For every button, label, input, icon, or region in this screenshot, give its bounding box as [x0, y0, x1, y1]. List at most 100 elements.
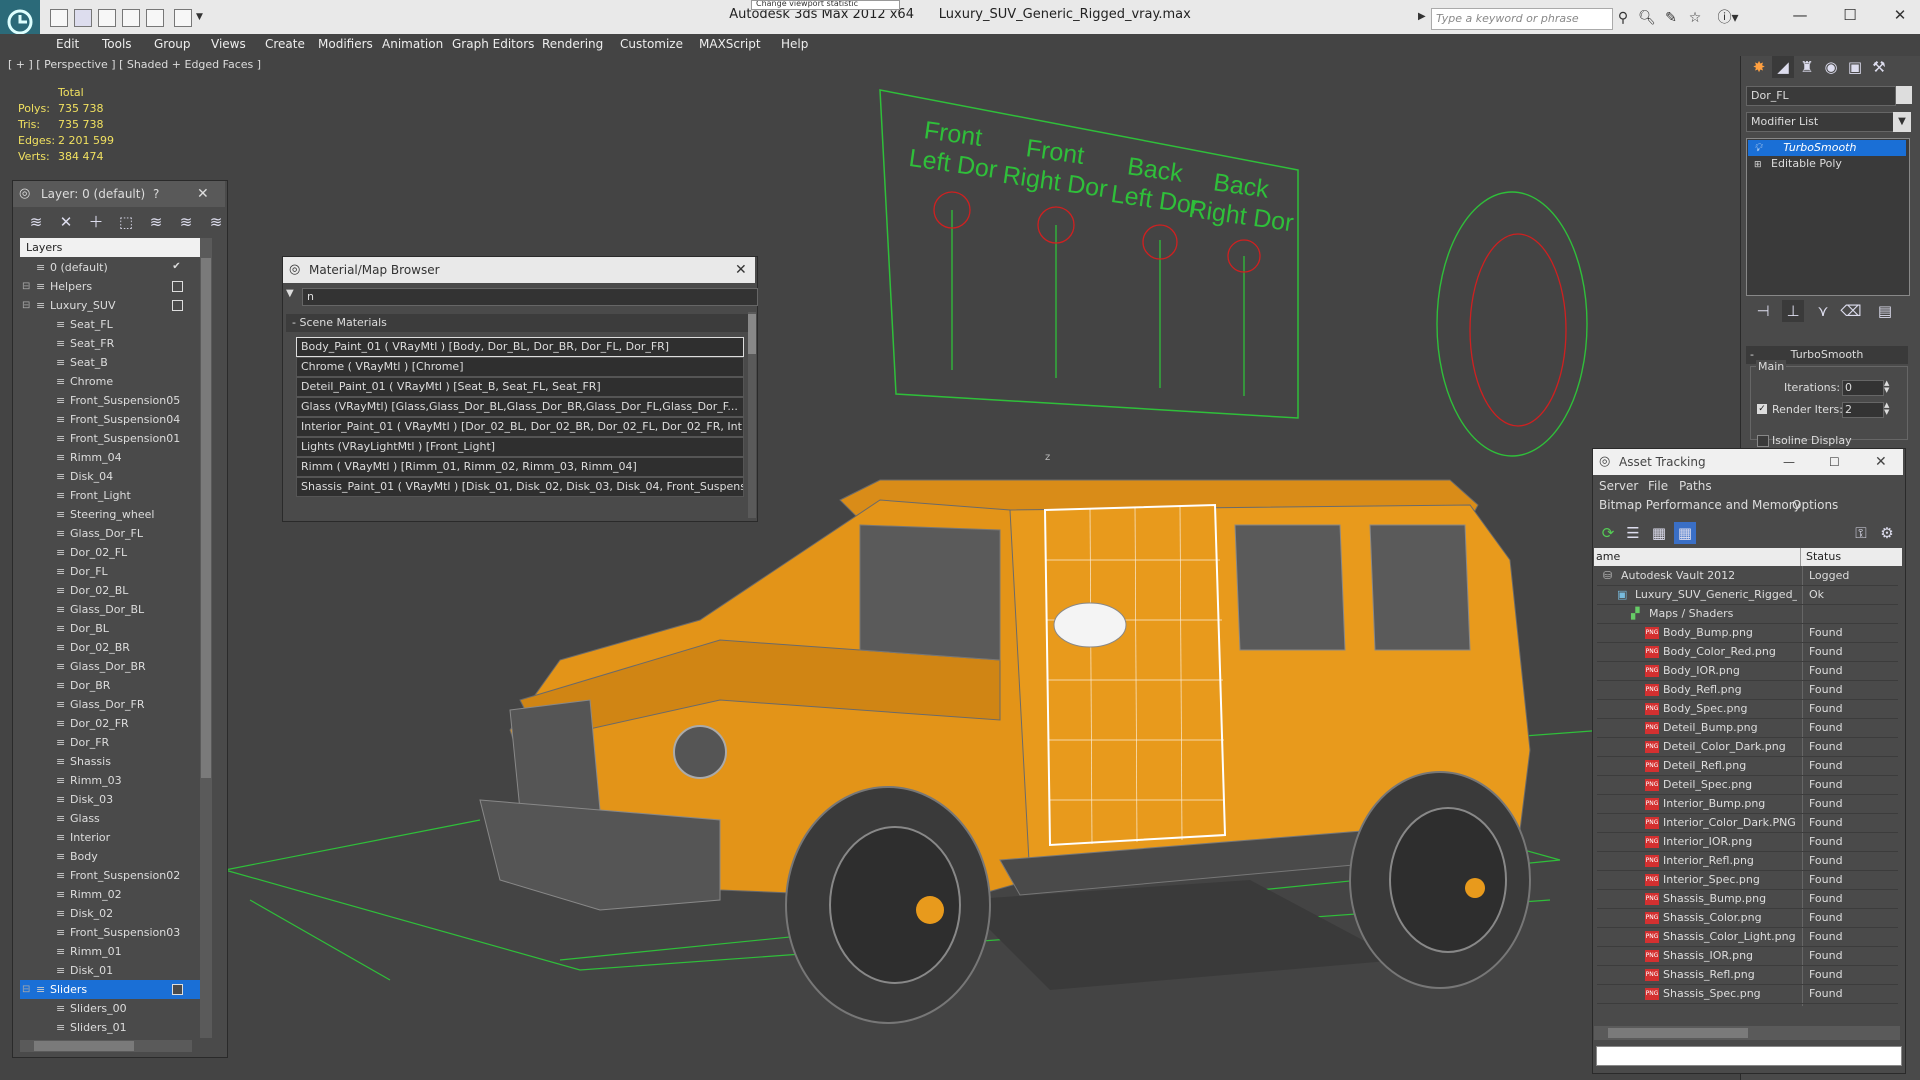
- pin-stack-icon[interactable]: ⊣: [1752, 300, 1774, 322]
- layer-row[interactable]: ≡ Chrome: [20, 372, 200, 391]
- maximize-icon[interactable]: ☐: [1830, 4, 1870, 26]
- render-iters-spinner[interactable]: 2: [1842, 402, 1884, 418]
- layer-vertical-scrollbar[interactable]: [200, 238, 212, 1038]
- object-color-swatch[interactable]: [1896, 86, 1912, 104]
- iterations-spinner[interactable]: 0: [1842, 380, 1884, 396]
- utilities-tab-icon[interactable]: ⚒: [1868, 56, 1890, 78]
- material-filter-input[interactable]: n: [302, 288, 758, 306]
- layer-row[interactable]: ≡ Seat_FL: [20, 315, 200, 334]
- col-name-header[interactable]: ame: [1596, 548, 1620, 566]
- scene-materials-group[interactable]: - Scene Materials: [286, 314, 750, 332]
- layer-row[interactable]: ≡ Shassis: [20, 752, 200, 771]
- menu-edit[interactable]: Edit: [56, 34, 79, 56]
- asset-row[interactable]: PNG Interior_Refl.png Found: [1597, 852, 1898, 871]
- menu-animation[interactable]: Animation: [382, 34, 443, 56]
- help-icon[interactable]: ⓘ▾: [1716, 10, 1740, 26]
- material-scroll-thumb[interactable]: [748, 314, 756, 354]
- menu-group[interactable]: Group: [154, 34, 191, 56]
- asset-horizontal-scrollbar[interactable]: [1594, 1026, 1900, 1040]
- close-icon[interactable]: ✕: [1880, 4, 1920, 26]
- layer-row[interactable]: ≡ Dor_BR: [20, 676, 200, 695]
- maximize-icon[interactable]: ☐: [1829, 449, 1840, 475]
- layer-active-checkbox[interactable]: [172, 300, 183, 311]
- stack-item-turbosmooth[interactable]: 💡︎ TurboSmooth: [1748, 140, 1906, 156]
- layer-scroll-thumb[interactable]: [201, 258, 211, 778]
- menu-customize[interactable]: Customize: [620, 34, 683, 56]
- material-item[interactable]: Interior_Paint_01 ( VRayMtl ) [Dor_02_BL…: [296, 417, 744, 437]
- layer-row[interactable]: ⊟ ≡ Sliders: [20, 980, 200, 999]
- show-end-result-icon[interactable]: ⊥: [1782, 300, 1804, 322]
- freeze-all-icon[interactable]: ≋: [205, 211, 227, 233]
- material-item[interactable]: Deteil_Paint_01 ( VRayMtl ) [Seat_B, Sea…: [296, 377, 744, 397]
- expand-icon[interactable]: ⊟: [22, 277, 30, 296]
- layer-row[interactable]: ≡ Dor_FR: [20, 733, 200, 752]
- asset-row[interactable]: PNG Body_Spec.png Found: [1597, 700, 1898, 719]
- material-item[interactable]: Glass (VRayMtl) [Glass,Glass_Dor_BL,Glas…: [296, 397, 744, 417]
- asset-row[interactable]: PNG Shassis_IOR.png Found: [1597, 947, 1898, 966]
- layer-row[interactable]: ≡ Front_Suspension03: [20, 923, 200, 942]
- layer-row[interactable]: ≡ Rimm_04: [20, 448, 200, 467]
- asset-menu-file[interactable]: File: [1648, 479, 1668, 493]
- expand-icon[interactable]: ⊟: [22, 980, 30, 999]
- layer-row[interactable]: ≡ Dor_02_FR: [20, 714, 200, 733]
- asset-menu-server[interactable]: Server: [1599, 479, 1638, 493]
- layer-row[interactable]: ≡ Disk_02: [20, 904, 200, 923]
- modify-tab-icon[interactable]: ◢: [1772, 56, 1794, 78]
- asset-settings-icon[interactable]: ⚙: [1876, 522, 1898, 544]
- asset-tracking-titlebar[interactable]: ◎ Asset Tracking — ☐ ✕: [1593, 449, 1903, 475]
- layer-row[interactable]: ≡ Front_Suspension05: [20, 391, 200, 410]
- configure-modifier-sets-icon[interactable]: ▤: [1874, 300, 1896, 322]
- col-divider[interactable]: [1800, 548, 1801, 566]
- layer-panel-titlebar[interactable]: ◎ Layer: 0 (default) ? ✕: [13, 181, 225, 207]
- asset-row[interactable]: PNG Deteil_Refl.png Found: [1597, 757, 1898, 776]
- asset-row[interactable]: PNG Shassis_Color.png Found: [1597, 909, 1898, 928]
- isoline-display-checkbox[interactable]: [1757, 435, 1769, 447]
- menu-modifiers[interactable]: Modifiers: [318, 34, 373, 56]
- layer-row[interactable]: ≡ Sliders_00: [20, 999, 200, 1018]
- spinner-arrows-icon[interactable]: ▲ ▼: [1884, 402, 1889, 416]
- layer-row[interactable]: ≡ Glass_Dor_FL: [20, 524, 200, 543]
- layer-row[interactable]: ≡ Body: [20, 847, 200, 866]
- layer-row[interactable]: ≡ Dor_02_BR: [20, 638, 200, 657]
- material-scrollbar[interactable]: [748, 312, 756, 518]
- asset-menu-options[interactable]: Options: [1792, 498, 1838, 512]
- expand-plus-icon[interactable]: ⊞: [1754, 160, 1762, 170]
- layer-row[interactable]: ≡ Rimm_01: [20, 942, 200, 961]
- add-to-layer-icon[interactable]: ＋: [85, 211, 107, 233]
- asset-row[interactable]: PNG Interior_Color_Dark.PNG Found: [1597, 814, 1898, 833]
- chevron-down-icon[interactable]: ▼: [1893, 112, 1911, 132]
- layer-row[interactable]: ≡ Dor_FL: [20, 562, 200, 581]
- grid-view-icon[interactable]: ▦: [1674, 522, 1696, 544]
- hierarchy-tab-icon[interactable]: ♜: [1796, 56, 1818, 78]
- asset-row[interactable]: PNG Deteil_Color_Dark.png Found: [1597, 738, 1898, 757]
- menu-graph-editors[interactable]: Graph Editors: [452, 34, 534, 56]
- minimize-icon[interactable]: —: [1783, 449, 1795, 475]
- menu-maxscript[interactable]: MAXScript: [699, 34, 761, 56]
- asset-menu-paths[interactable]: Paths: [1679, 479, 1712, 493]
- layer-row[interactable]: ≡ Dor_BL: [20, 619, 200, 638]
- layer-row[interactable]: ≡ Disk_04: [20, 467, 200, 486]
- asset-row[interactable]: PNG Deteil_Bump.png Found: [1597, 719, 1898, 738]
- material-item[interactable]: Shassis_Paint_01 ( VRayMtl ) [Disk_01, D…: [296, 477, 744, 497]
- create-tab-icon[interactable]: ✸: [1748, 56, 1770, 78]
- asset-row[interactable]: ▣ Luxury_SUV_Generic_Rigged_vray.max Ok: [1597, 586, 1898, 605]
- menu-tools[interactable]: Tools: [102, 34, 132, 56]
- stack-item-editable-poly[interactable]: ⊞ Editable Poly: [1748, 156, 1906, 172]
- layer-row[interactable]: ≡ 0 (default) ✔: [20, 258, 200, 277]
- layer-row[interactable]: ≡ Disk_03: [20, 790, 200, 809]
- layer-row[interactable]: ≡ Glass_Dor_BL: [20, 600, 200, 619]
- layers-column-header[interactable]: Layers: [20, 238, 206, 257]
- layer-row[interactable]: ≡ Glass_Dor_FR: [20, 695, 200, 714]
- asset-row[interactable]: PNG Shassis_Refl.png Found: [1597, 966, 1898, 985]
- menu-help[interactable]: Help: [781, 34, 808, 56]
- layer-row[interactable]: ≡ Dor_02_BL: [20, 581, 200, 600]
- asset-row[interactable]: PNG Body_Bump.png Found: [1597, 624, 1898, 643]
- asset-row[interactable]: PNG Shassis_Color_Light.png Found: [1597, 928, 1898, 947]
- asset-hscroll-thumb[interactable]: [1608, 1028, 1748, 1038]
- create-layer-icon[interactable]: ≋: [25, 211, 47, 233]
- search-input[interactable]: Type a keyword or phrase: [1431, 8, 1613, 30]
- layer-row[interactable]: ≡ Disk_01: [20, 961, 200, 980]
- highlight-layer-icon[interactable]: ≋: [145, 211, 167, 233]
- refresh-icon[interactable]: ⟳: [1597, 522, 1619, 544]
- render-iters-checkbox[interactable]: ✓: [1757, 404, 1767, 414]
